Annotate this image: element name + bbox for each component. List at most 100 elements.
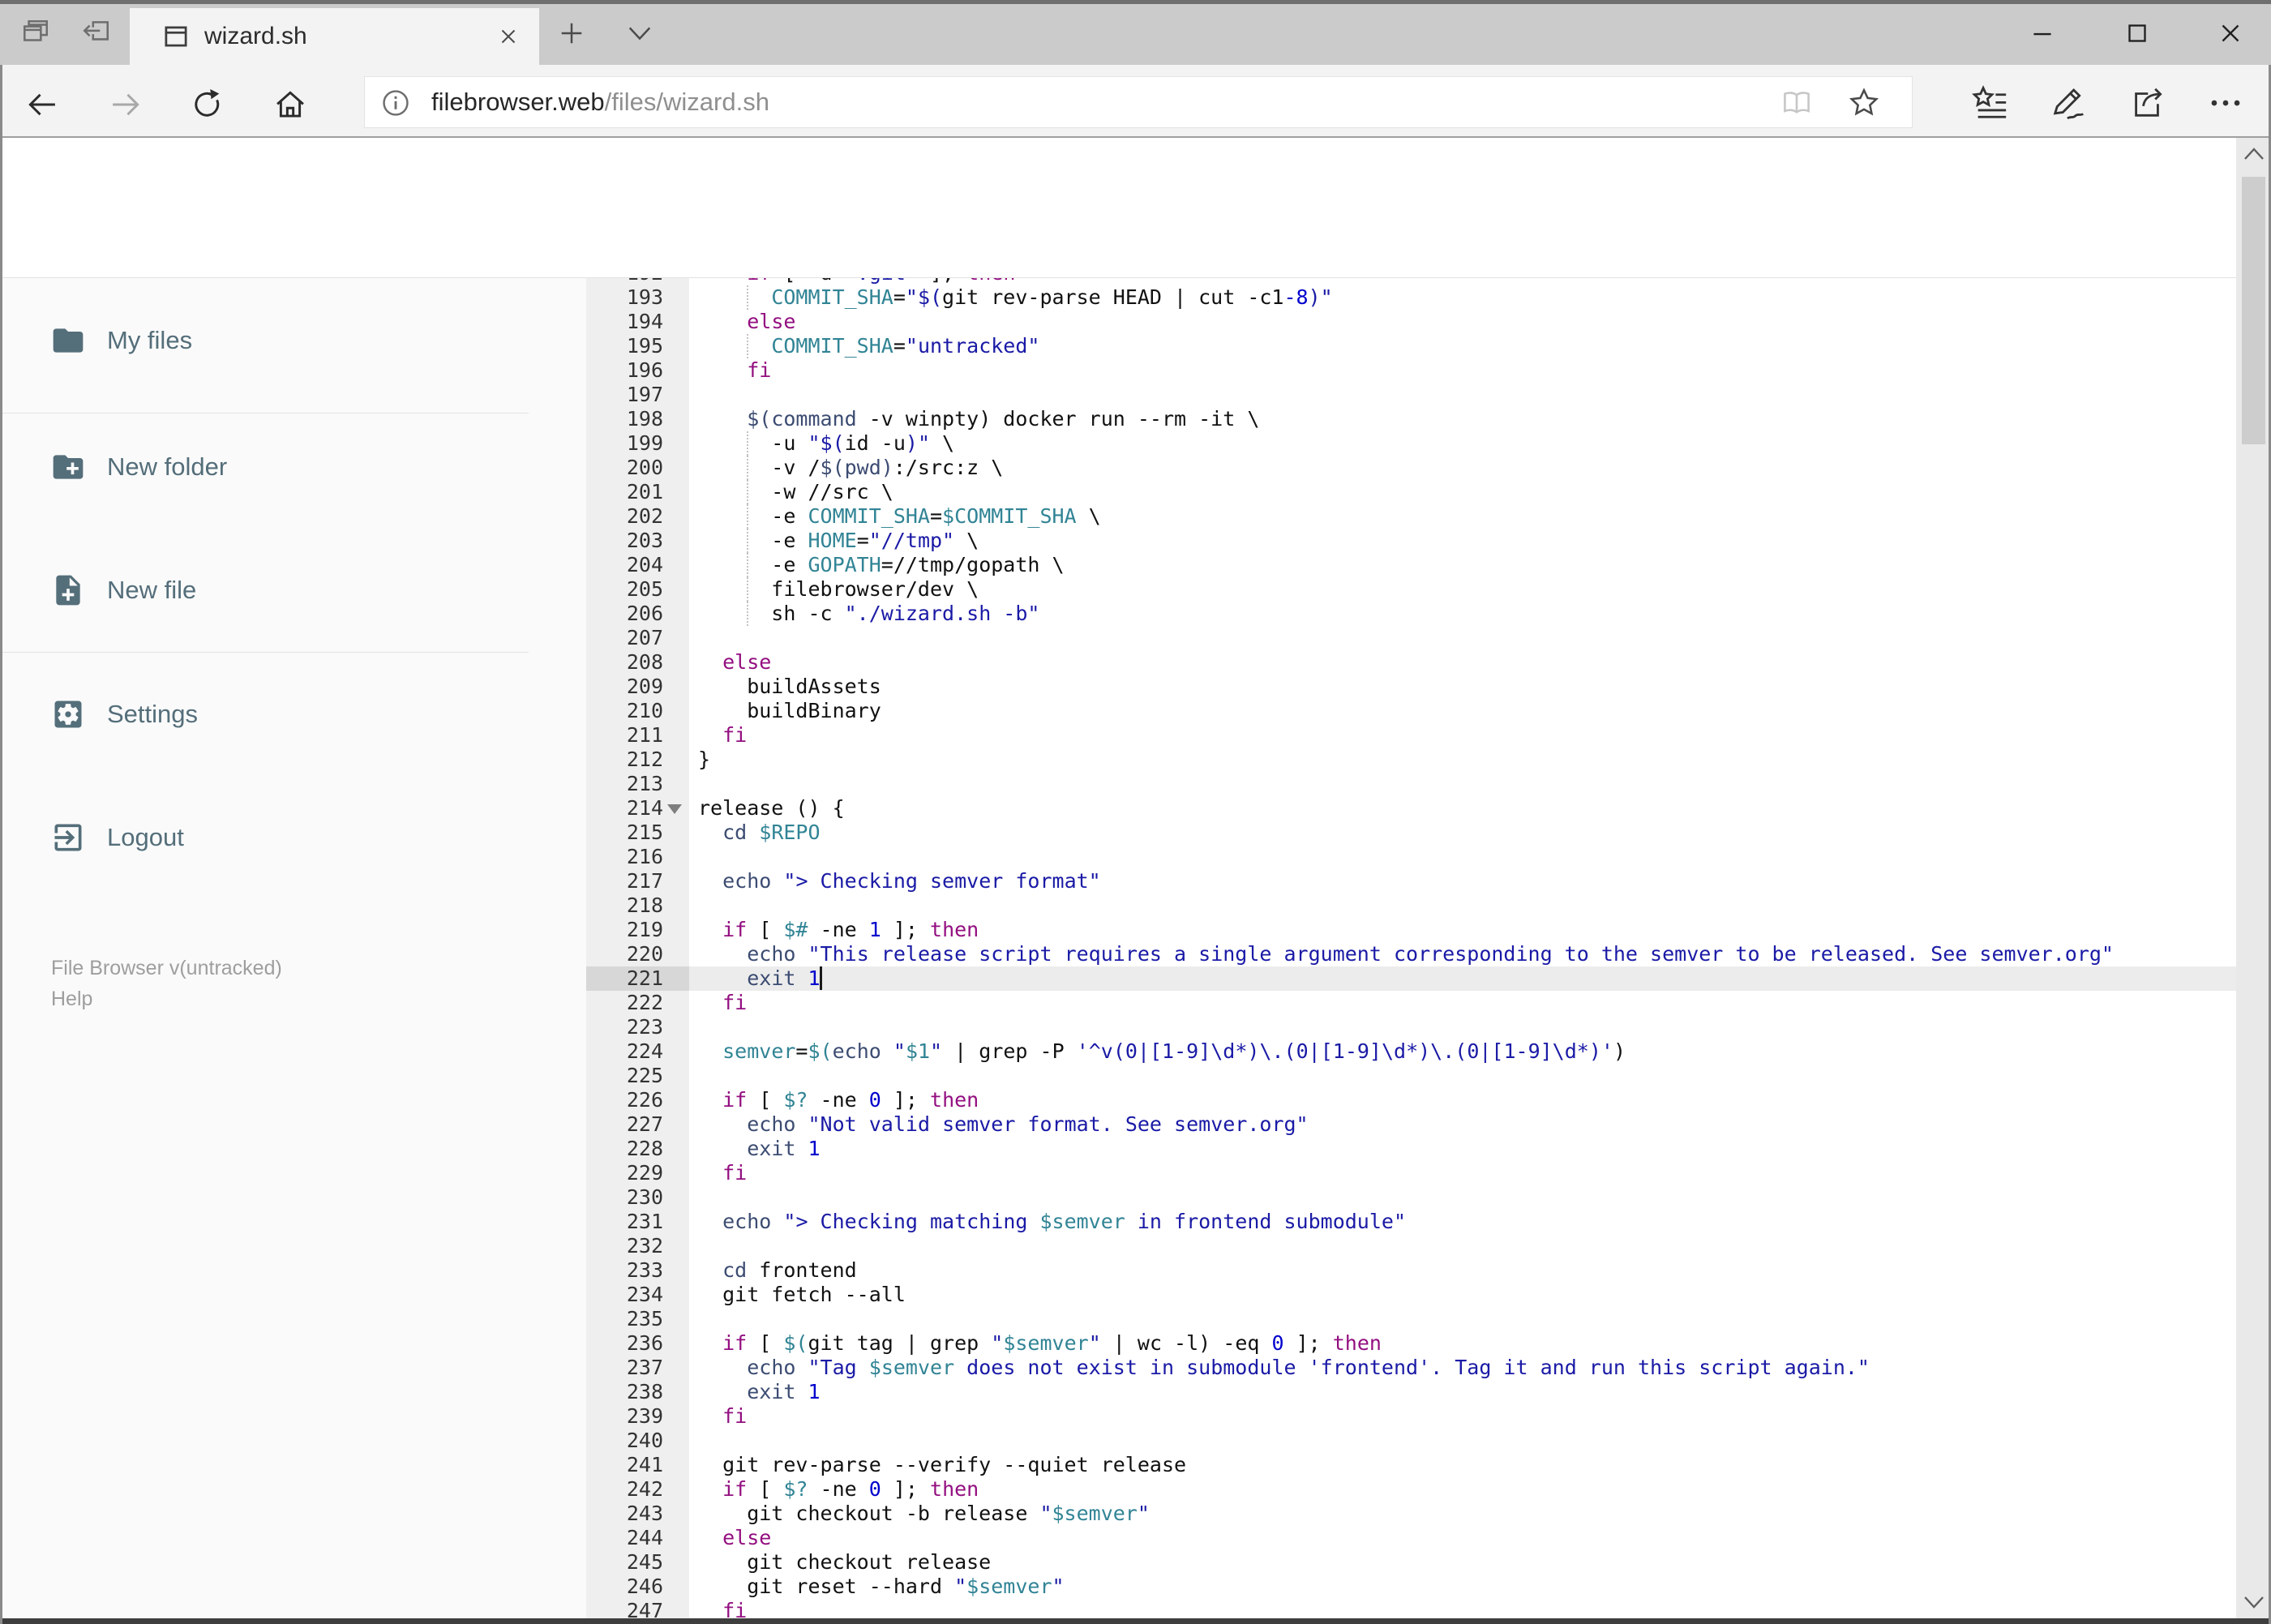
- code-line: git checkout -b release "$semver": [698, 1502, 1150, 1525]
- line-number: 201: [626, 480, 663, 503]
- line-number: 223: [626, 1015, 663, 1039]
- hub-favorites-icon[interactable]: [1972, 84, 2009, 122]
- line-number: 208: [626, 650, 663, 674]
- code-line: fi: [747, 358, 772, 382]
- sidebar-item-new-folder[interactable]: New folder: [0, 438, 529, 496]
- code-line: -w //src \: [698, 480, 893, 503]
- line-number: 222: [626, 991, 663, 1014]
- site-info-icon[interactable]: [379, 87, 412, 119]
- line-number: 242: [626, 1477, 663, 1501]
- line-number: 239: [626, 1404, 663, 1428]
- app-version-label: File Browser v(untracked): [51, 957, 282, 979]
- code-line: }: [698, 748, 711, 771]
- line-number: 213: [626, 772, 663, 795]
- sidebar-item-my-files[interactable]: My files: [0, 311, 529, 370]
- line-number: 247: [626, 1599, 663, 1618]
- scroll-up-icon[interactable]: [2242, 144, 2266, 164]
- sidebar-item-new-file[interactable]: New file: [0, 561, 529, 619]
- close-icon[interactable]: [2215, 18, 2246, 49]
- code-line: fi: [722, 991, 748, 1014]
- tab-preview-icon[interactable]: [20, 17, 51, 48]
- line-number: 224: [626, 1039, 663, 1063]
- code-line: buildAssets: [698, 675, 881, 698]
- line-number: 245: [626, 1550, 663, 1574]
- favorite-star-icon[interactable]: [1847, 86, 1881, 120]
- code-line: git fetch --all: [698, 1283, 906, 1306]
- code-line: else: [722, 650, 772, 674]
- fold-toggle-icon[interactable]: [667, 804, 682, 814]
- code-line: buildBinary: [698, 699, 881, 722]
- back-icon[interactable]: [24, 87, 60, 122]
- code-line: $(command -v winpty) docker run --rm -it…: [747, 407, 1260, 431]
- sidebar-item-settings[interactable]: Settings: [0, 685, 529, 743]
- sidebar-item-label: My files: [107, 326, 193, 354]
- sidebar-item-label: Settings: [107, 700, 199, 728]
- line-number: 218: [626, 893, 663, 917]
- code-line: git checkout release: [698, 1550, 992, 1574]
- code-line: echo "> Checking matching $semver in fro…: [722, 1210, 1407, 1233]
- line-number: 194: [626, 310, 663, 333]
- line-number: 216: [626, 845, 663, 868]
- code-line: -e COMMIT_SHA=$COMMIT_SHA \: [698, 504, 1101, 528]
- maximize-icon[interactable]: [2122, 18, 2153, 49]
- line-number: 211: [626, 723, 663, 747]
- new-tab-icon[interactable]: [558, 19, 585, 47]
- url-field[interactable]: filebrowser.web/files/wizard.sh: [365, 77, 1912, 127]
- web-note-pen-icon[interactable]: [2049, 84, 2086, 122]
- code-line: COMMIT_SHA="untracked": [771, 334, 1040, 358]
- code-line: cd frontend: [722, 1258, 857, 1282]
- line-number: 198: [626, 407, 663, 431]
- line-number: 236: [626, 1331, 663, 1355]
- code-line: -v /$(pwd):/src:z \: [698, 456, 1004, 479]
- line-number: 207: [626, 626, 663, 649]
- sidebar: My files New folder New file Settings Logout…: [0, 278, 586, 1618]
- code-editor[interactable]: 192 if [ -d ".git" ]; then 193 COMMIT_SHA…: [586, 278, 2236, 1618]
- browser-window: wizard.sh filebrowser.web/files/wizard.s…: [0, 0, 2271, 1624]
- code-line: exit 1: [747, 1380, 821, 1403]
- scrollbar-thumb[interactable]: [2242, 177, 2265, 444]
- help-link[interactable]: Help: [51, 984, 92, 1013]
- code-line: if [ $? -ne 0 ]; then: [722, 1477, 979, 1501]
- tab-favicon-icon: [165, 26, 187, 47]
- share-icon[interactable]: [2128, 84, 2166, 122]
- line-number: 238: [626, 1380, 663, 1403]
- line-number: 237: [626, 1356, 663, 1379]
- code-line: sh -c "./wizard.sh -b": [698, 602, 1040, 625]
- sidebar-item-label: Logout: [107, 823, 184, 851]
- minimize-icon[interactable]: [2027, 18, 2058, 49]
- code-line: COMMIT_SHA="$(git rev-parse HEAD | cut -…: [771, 285, 1333, 309]
- code-line: if [ $(git tag | grep "$semver" | wc -l)…: [722, 1331, 1382, 1355]
- code-line: exit 1: [747, 966, 821, 990]
- sidebar-item-label: New file: [107, 576, 197, 604]
- reading-view-icon: [1784, 92, 1810, 114]
- code-line: -e HOME="//tmp" \: [698, 529, 979, 552]
- page-scrollbar[interactable]: [2236, 138, 2271, 1618]
- line-number: 219: [626, 918, 663, 941]
- scroll-down-icon[interactable]: [2242, 1592, 2266, 1612]
- tab-list-chevron-icon[interactable]: [626, 23, 653, 44]
- sidebar-item-label: New folder: [107, 452, 228, 481]
- code-line: else: [722, 1526, 772, 1549]
- more-options-icon[interactable]: [2207, 84, 2244, 122]
- filebrowser-header: [0, 138, 2271, 389]
- browser-tab[interactable]: wizard.sh: [130, 8, 539, 65]
- line-number: 231: [626, 1210, 663, 1233]
- home-icon[interactable]: [272, 87, 308, 122]
- tabs-set-aside-icon[interactable]: [81, 17, 112, 48]
- line-number: 205: [626, 577, 663, 601]
- line-number: 197: [626, 383, 663, 406]
- tab-close-icon[interactable]: [496, 24, 521, 49]
- code-line: echo "Not valid semver format. See semve…: [747, 1112, 1309, 1136]
- line-number: 226: [626, 1088, 663, 1112]
- line-number: 212: [626, 748, 663, 771]
- line-number: 206: [626, 602, 663, 625]
- code-line: exit 1: [747, 1137, 821, 1160]
- refresh-icon[interactable]: [189, 87, 225, 122]
- active-line-highlight: [689, 966, 2236, 991]
- forward-icon[interactable]: [108, 87, 144, 122]
- line-number: 240: [626, 1429, 663, 1452]
- url: filebrowser.web/files/wizard.sh: [431, 88, 769, 116]
- code-line: if [ $# -ne 1 ]; then: [722, 918, 979, 941]
- sidebar-item-logout[interactable]: Logout: [0, 808, 529, 867]
- line-number: 202: [626, 504, 663, 528]
